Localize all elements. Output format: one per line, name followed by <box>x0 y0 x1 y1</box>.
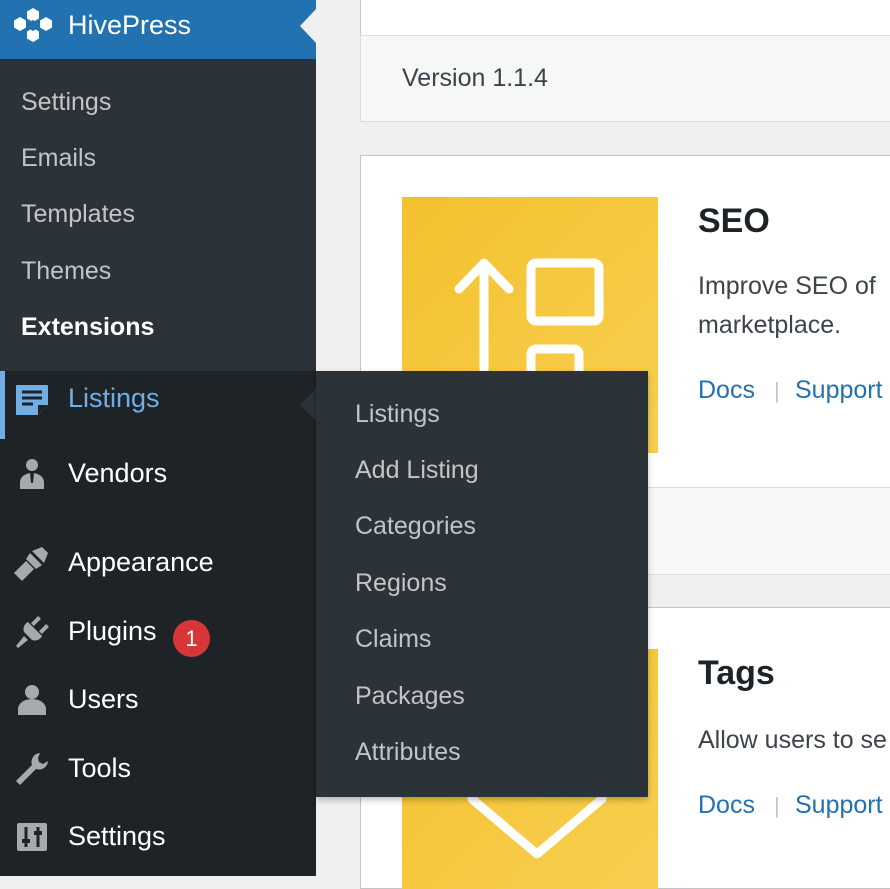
plugins-icon <box>14 614 50 650</box>
sidebar-item-listings[interactable]: Listings <box>0 371 316 439</box>
settings-icon <box>14 819 50 855</box>
hivepress-logo-icon <box>14 6 52 44</box>
update-count-badge: 1 <box>173 620 210 657</box>
submenu-templates[interactable]: Templates <box>21 199 135 229</box>
vendors-icon <box>14 456 50 492</box>
extension-title: SEO <box>698 202 770 240</box>
flyout-item-add-listing[interactable]: Add Listing <box>355 455 479 485</box>
sidebar-item-label: Vendors <box>68 458 168 488</box>
flyout-pointer <box>300 389 316 421</box>
sidebar-item-label: Tools <box>68 753 132 783</box>
support-link[interactable]: Support <box>795 376 883 405</box>
extension-description-line-1: Improve SEO of <box>698 272 876 300</box>
sidebar-item-label: Listings <box>68 383 160 413</box>
sidebar-item-label: Plugins <box>68 616 157 646</box>
sidebar-item-plugins[interactable]: Plugins 1 <box>0 604 316 660</box>
sidebar-item-appearance[interactable]: Appearance <box>0 535 316 591</box>
users-icon <box>14 682 50 718</box>
sidebar-item-hivepress[interactable]: HivePress <box>0 0 316 59</box>
flyout-item-attributes[interactable]: Attributes <box>355 737 461 767</box>
submenu-extensions[interactable]: Extensions <box>21 312 154 342</box>
tools-icon <box>14 751 50 787</box>
extension-description-line-1: Allow users to se <box>698 726 887 754</box>
sidebar-item-label: Settings <box>68 821 166 851</box>
link-separator: | <box>774 378 780 403</box>
extension-description-line-2: marketplace. <box>698 311 842 339</box>
top-panel <box>360 0 890 36</box>
appearance-icon <box>14 545 50 581</box>
flyout-item-packages[interactable]: Packages <box>355 681 465 711</box>
listings-icon <box>14 381 50 417</box>
sidebar-item-label: HivePress <box>68 10 192 40</box>
submenu-themes[interactable]: Themes <box>21 256 111 286</box>
sidebar-item-tools[interactable]: Tools <box>0 741 316 797</box>
hover-indicator <box>0 371 5 439</box>
listings-flyout-menu: Listings Add Listing Categories Regions … <box>316 371 648 797</box>
sidebar-item-users[interactable]: Users <box>0 672 316 728</box>
flyout-item-regions[interactable]: Regions <box>355 568 447 598</box>
flyout-item-claims[interactable]: Claims <box>355 624 431 654</box>
submenu-emails[interactable]: Emails <box>21 143 96 173</box>
sidebar-item-settings[interactable]: Settings <box>0 809 316 865</box>
docs-link[interactable]: Docs <box>698 791 755 820</box>
docs-link[interactable]: Docs <box>698 376 755 405</box>
link-separator: | <box>774 793 780 818</box>
hivepress-submenu: Settings Emails Templates Themes Extensi… <box>0 59 316 371</box>
sidebar-item-label: Appearance <box>68 547 214 577</box>
sidebar-item-label: Users <box>68 684 139 714</box>
submenu-settings[interactable]: Settings <box>21 87 111 117</box>
support-link[interactable]: Support <box>795 791 883 820</box>
flyout-item-categories[interactable]: Categories <box>355 511 476 541</box>
sidebar-item-vendors[interactable]: Vendors <box>0 446 316 502</box>
flyout-item-listings[interactable]: Listings <box>355 399 440 429</box>
current-arrow <box>300 9 316 43</box>
version-footer: Version 1.1.4 <box>360 35 890 122</box>
extension-title: Tags <box>698 654 775 692</box>
admin-sidebar: HivePress Settings Emails Templates Them… <box>0 0 316 876</box>
version-text: Version 1.1.4 <box>402 64 548 92</box>
